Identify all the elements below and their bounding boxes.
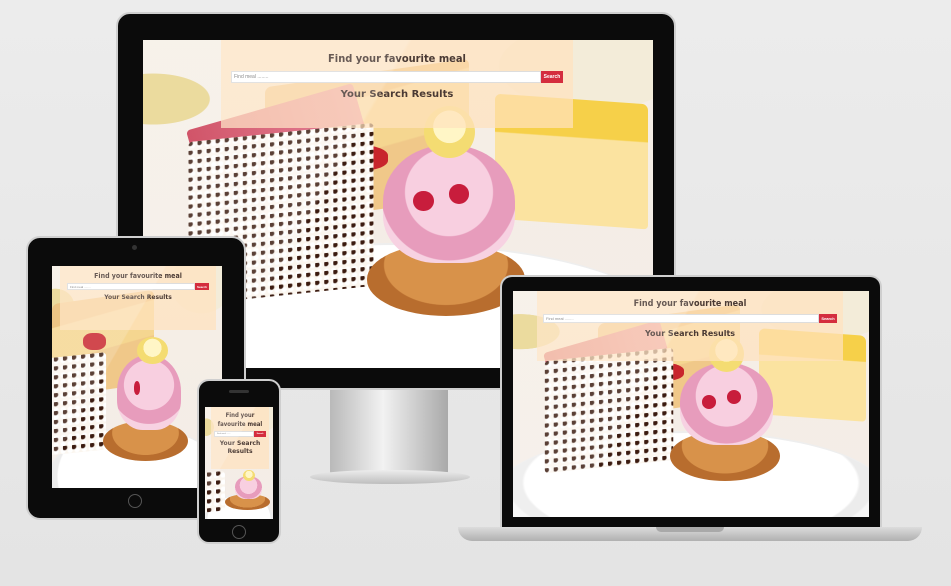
page-title: Find your favourite meal (633, 299, 747, 309)
laptop-lid: Find your favourite meal Find meal .....… (500, 275, 882, 529)
results-heading: Your Search Results (644, 329, 736, 338)
search-form: Find meal ........ Search (67, 283, 209, 290)
results-heading: Your Search Results (340, 89, 454, 100)
phone-bezel: Find your favourite meal Find meal .....… (197, 379, 281, 544)
search-panel: Find your favourite meal Find meal .....… (537, 291, 843, 361)
search-input[interactable]: Find meal ........ (67, 283, 195, 290)
search-form: Find meal ........ Search (543, 314, 837, 323)
search-input[interactable]: Find meal ........ (231, 71, 541, 83)
phone-speaker (229, 390, 249, 393)
tablet-camera (132, 245, 137, 250)
page-title: Find your favourite meal (217, 412, 263, 428)
search-button[interactable]: Search (541, 71, 563, 83)
search-input[interactable]: Find meal ........ (214, 431, 254, 437)
search-form: Find meal ........ Search (214, 431, 266, 437)
page-title: Find your favourite meal (94, 272, 182, 280)
laptop-base (458, 527, 922, 541)
search-panel: Find your favourite meal Find meal .....… (221, 40, 573, 128)
laptop-screen: Find your favourite meal Find meal .....… (513, 291, 869, 517)
phone-home-button[interactable] (232, 525, 246, 539)
search-panel: Find your favourite meal Find meal .....… (60, 266, 216, 330)
results-heading: Your Search Results (104, 294, 172, 301)
tablet-home-button[interactable] (128, 494, 142, 508)
monitor-stand-neck (330, 385, 448, 477)
search-panel: Find your favourite meal Find meal .....… (211, 407, 269, 469)
page-title: Find your favourite meal (328, 52, 466, 65)
search-button[interactable]: Search (819, 314, 837, 323)
results-heading: Your Search Results (219, 440, 261, 455)
phone-screen: Find your favourite meal Find meal .....… (205, 407, 273, 519)
search-button[interactable]: Search (254, 431, 266, 437)
monitor-stand-base (310, 470, 470, 484)
search-form: Find meal ........ Search (231, 71, 563, 83)
search-button[interactable]: Search (195, 283, 209, 290)
laptop-trackpad-notch (656, 527, 724, 532)
search-input[interactable]: Find meal ........ (543, 314, 819, 323)
